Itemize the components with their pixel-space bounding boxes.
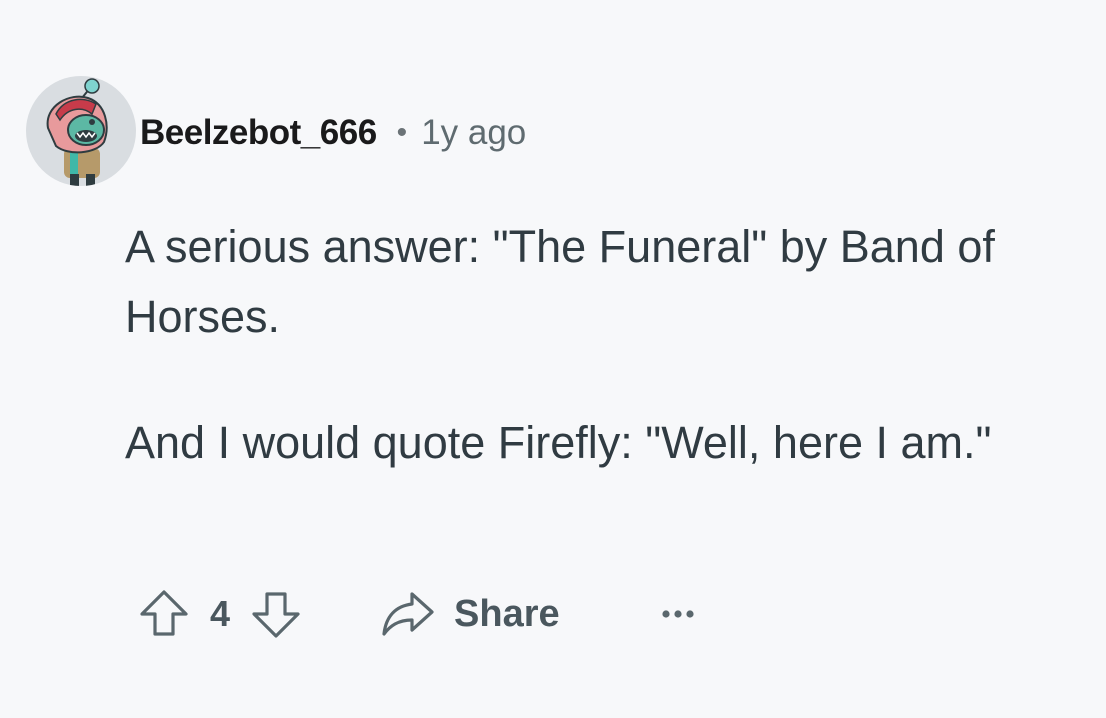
share-label: Share <box>454 592 560 635</box>
username-link[interactable]: Beelzebot_666 <box>140 113 377 153</box>
upvote-arrow-icon <box>140 590 188 636</box>
comment-paragraph: A serious answer: "The Funeral" by Band … <box>125 221 995 342</box>
user-avatar[interactable] <box>26 76 136 186</box>
more-options-button[interactable] <box>660 608 696 620</box>
comment: Beelzebot_666 • 1y ago A serious answer:… <box>0 0 1106 718</box>
comment-header: Beelzebot_666 • 1y ago <box>140 108 526 158</box>
comment-body: A serious answer: "The Funeral" by Band … <box>125 212 1085 478</box>
downvote-arrow-icon <box>252 592 300 638</box>
downvote-button[interactable] <box>250 588 302 640</box>
comment-paragraph: And I would quote Firefly: "Well, here I… <box>125 417 992 468</box>
share-button[interactable]: Share <box>380 590 560 638</box>
comment-action-bar: 4 Share <box>138 586 696 642</box>
snoo-avatar-icon <box>26 76 136 186</box>
vote-score: 4 <box>210 593 231 634</box>
comment-timestamp[interactable]: 1y ago <box>421 113 526 153</box>
upvote-button[interactable] <box>138 588 190 640</box>
share-arrow-icon <box>382 592 434 636</box>
meta-separator: • <box>396 116 408 149</box>
more-options-icon <box>662 610 694 618</box>
